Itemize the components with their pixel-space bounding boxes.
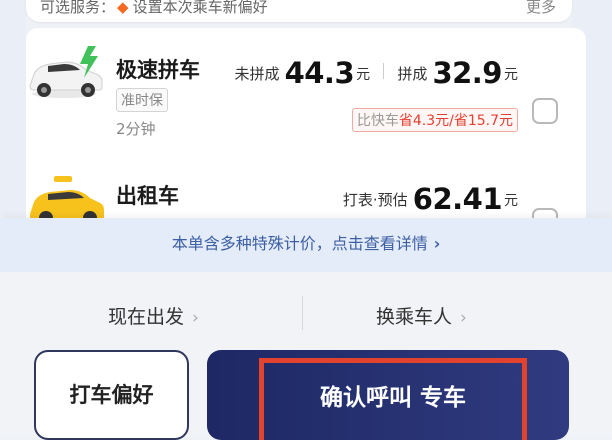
price-pooled: 32.9: [432, 56, 502, 90]
left-strip: [0, 0, 26, 215]
price-line: 未拼成 44.3 元 拼成 32.9 元: [234, 56, 518, 90]
chevron-right-icon: ›: [460, 308, 467, 328]
special-pricing-notice[interactable]: 本单含多种特殊计价，点击查看详情 ›: [0, 218, 612, 272]
confirm-call-button[interactable]: 确认呼叫 专车: [207, 350, 569, 440]
depart-time-selector[interactable]: 现在出发 ›: [108, 302, 199, 329]
select-checkbox-express-pool[interactable]: [532, 98, 558, 124]
service-label: 可选服务： ◆ 设置本次乘车新偏好: [40, 0, 268, 16]
chevron-right-icon: ›: [192, 308, 199, 328]
on-time-badge: 准时保: [116, 88, 168, 112]
price-unpooled: 44.3: [284, 56, 355, 90]
more-link[interactable]: 更多: [526, 0, 556, 17]
divider: [302, 296, 303, 330]
price-estimate: 62.41: [412, 182, 503, 216]
ride-options-list: 极速拼车 准时保 2分钟 未拼成 44.3 元 拼成 32.9 元 比快车省4.3元…: [26, 28, 586, 234]
location-pin-icon: ◆: [117, 0, 129, 16]
service-preference-bar[interactable]: 可选服务： ◆ 设置本次乘车新偏好 更多: [26, 0, 572, 22]
ride-option-express-pool[interactable]: 极速拼车 准时保 2分钟 未拼成 44.3 元 拼成 32.9 元 比快车省4.3元…: [26, 42, 586, 142]
saving-badge: 比快车省4.3元/省15.7元: [351, 108, 518, 132]
change-passenger-selector[interactable]: 换乘车人 ›: [376, 302, 467, 329]
ride-name: 出租车: [116, 184, 179, 208]
confirm-call-label: 确认呼叫 专车: [259, 358, 527, 440]
chevron-right-icon: ›: [433, 234, 441, 253]
price-divider: [383, 63, 385, 79]
eta-text: 2分钟: [116, 120, 156, 138]
bottom-panel: 现在出发 › 换乘车人 › 打车偏好 确认呼叫 专车: [0, 272, 612, 440]
ride-name: 极速拼车: [116, 58, 200, 82]
ride-preference-button[interactable]: 打车偏好: [34, 350, 189, 440]
car-green-electric-icon: [29, 46, 103, 98]
price-line: 打表·预估 62.41 元: [342, 182, 518, 216]
